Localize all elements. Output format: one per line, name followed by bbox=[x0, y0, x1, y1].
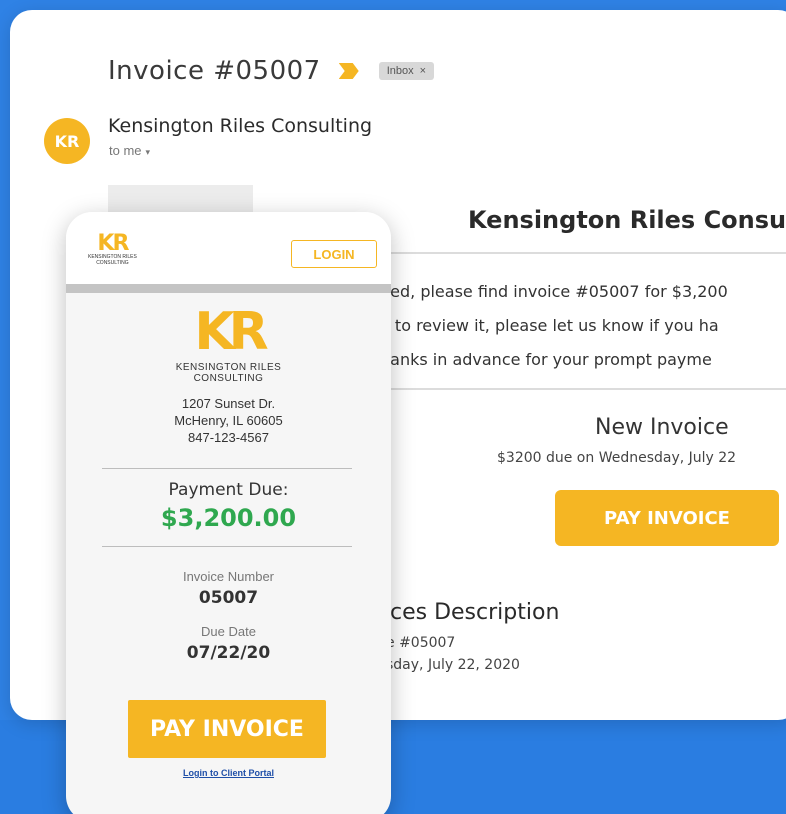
new-invoice-title: New Invoice bbox=[595, 415, 729, 440]
payment-due-label: Payment Due: bbox=[168, 480, 289, 500]
email-pay-invoice-button[interactable]: PAY INVOICE bbox=[555, 490, 779, 546]
recipient-label: to me bbox=[109, 143, 142, 158]
important-marker-icon[interactable] bbox=[338, 63, 359, 79]
login-button[interactable]: LOGIN bbox=[291, 240, 377, 268]
sender-name: Kensington Riles Consulting bbox=[108, 115, 373, 137]
email-body-line: hanks in advance for your prompt payme bbox=[380, 350, 712, 369]
invoice-number-value: 05007 bbox=[198, 588, 259, 608]
services-line: e #05007 bbox=[386, 635, 456, 651]
header-divider-bar bbox=[66, 284, 391, 293]
company-name-line: CONSULTING bbox=[193, 373, 264, 384]
email-subject: Invoice #05007 bbox=[108, 56, 321, 86]
subject-row: Invoice #05007 Inbox × bbox=[108, 56, 435, 86]
avatar: KR bbox=[44, 118, 90, 164]
divider bbox=[102, 468, 352, 469]
address-line: McHenry, IL 60605 bbox=[174, 413, 283, 428]
mini-logo-text: CONSULTING bbox=[96, 260, 129, 266]
company-logo: KR bbox=[194, 302, 268, 362]
payment-due-amount: $3,200.00 bbox=[160, 504, 297, 532]
address-line: 1207 Sunset Dr. bbox=[181, 396, 276, 411]
email-company-heading: Kensington Riles Consu bbox=[468, 206, 786, 234]
phone-number: 847-123-4567 bbox=[188, 430, 269, 445]
divider bbox=[380, 388, 786, 390]
close-icon[interactable]: × bbox=[420, 65, 426, 77]
services-line: sday, July 22, 2020 bbox=[386, 657, 520, 673]
company-name-line: KENSINGTON RILES bbox=[175, 362, 282, 373]
new-invoice-due: $3200 due on Wednesday, July 22 bbox=[497, 450, 737, 466]
client-portal-phone: KR KENSINGTON RILES CONSULTING LOGIN KR … bbox=[66, 212, 391, 814]
recipient-dropdown[interactable]: to me ▾ bbox=[109, 143, 150, 158]
company-address: 1207 Sunset Dr. McHenry, IL 60605 847-12… bbox=[66, 395, 391, 446]
mini-logo-mark: KR bbox=[97, 231, 129, 256]
portal-mini-logo[interactable]: KR KENSINGTON RILES CONSULTING bbox=[88, 231, 137, 267]
inbox-label-text: Inbox bbox=[386, 65, 414, 77]
portal-pay-invoice-button[interactable]: PAY INVOICE bbox=[128, 700, 326, 758]
email-body-line: ned, please find invoice #05007 for $3,2… bbox=[380, 282, 728, 301]
services-description-title: ces Description bbox=[390, 600, 560, 625]
email-body-line: e to review it, please let us know if yo… bbox=[380, 316, 719, 335]
due-date-label: Due Date bbox=[201, 624, 256, 639]
chevron-down-icon: ▾ bbox=[145, 147, 151, 157]
invoice-number-label: Invoice Number bbox=[182, 569, 275, 584]
client-portal-login-link[interactable]: Login to Client Portal bbox=[66, 768, 391, 778]
divider bbox=[102, 546, 352, 547]
inbox-label-badge[interactable]: Inbox × bbox=[378, 62, 435, 80]
company-name: KENSINGTON RILES CONSULTING bbox=[66, 362, 391, 384]
divider bbox=[380, 252, 786, 254]
due-date-value: 07/22/20 bbox=[186, 643, 271, 663]
